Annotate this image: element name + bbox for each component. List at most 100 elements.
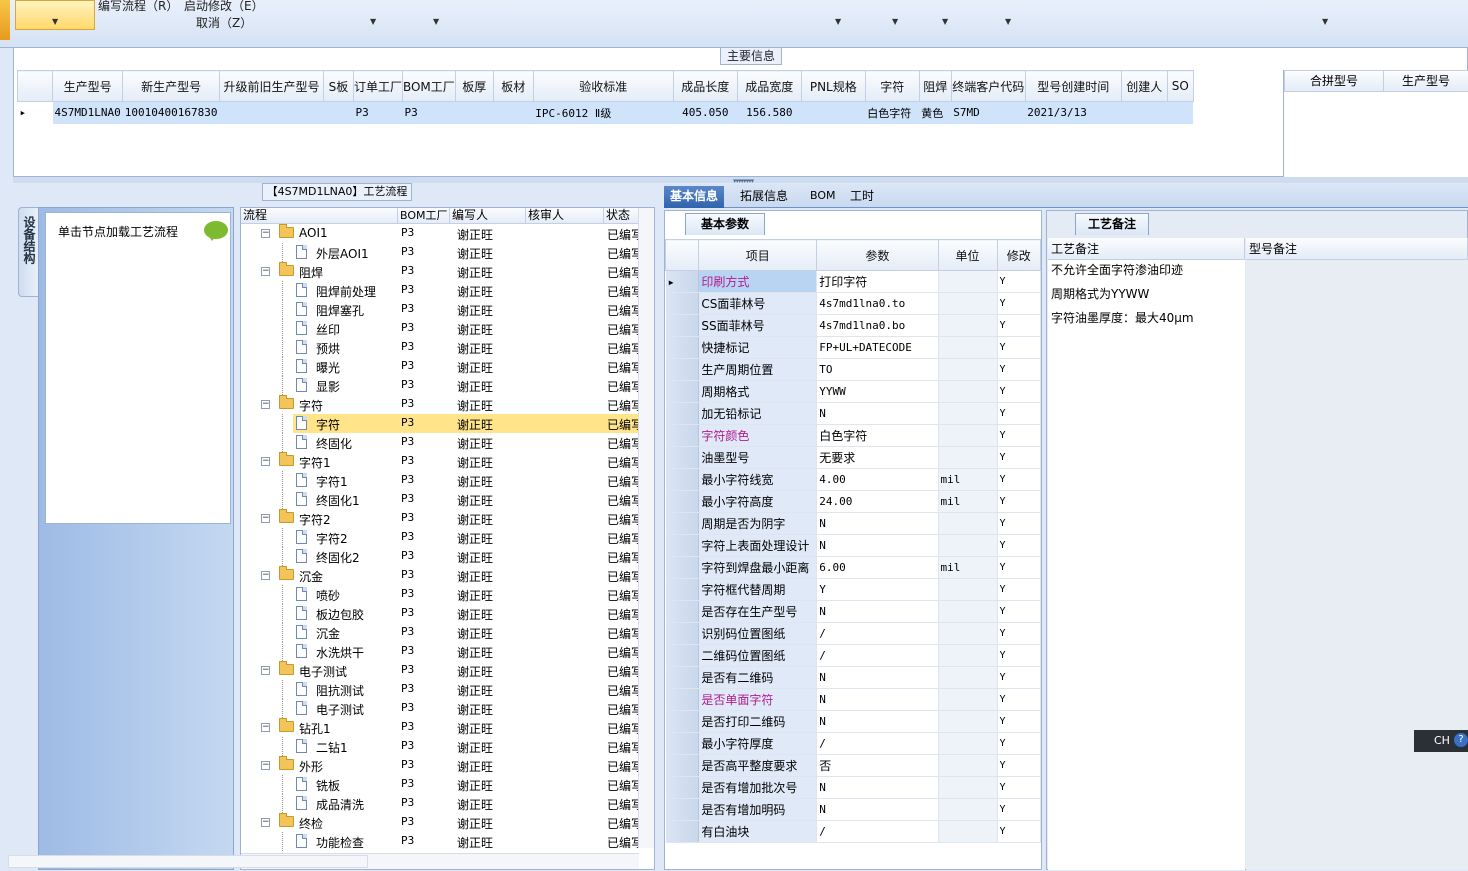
- main-col-header[interactable]: 板材: [492, 70, 534, 102]
- main-table-cell[interactable]: [801, 101, 866, 124]
- main-table-cell[interactable]: [493, 101, 534, 124]
- param-value-cell[interactable]: /: [816, 820, 939, 843]
- param-value-cell[interactable]: FP+UL+DATECODE: [816, 336, 939, 359]
- dropdown-arrow-icon[interactable]: ▼: [370, 17, 376, 26]
- process-notes-header[interactable]: 工艺备注: [1048, 238, 1245, 260]
- param-row[interactable]: 周期是否为阴字 N Y: [665, 512, 1041, 535]
- horizontal-splitter[interactable]: ▾▾▾▾▾▾▾▾: [13, 177, 1468, 185]
- param-modify-cell[interactable]: Y: [997, 314, 1041, 337]
- main-table-cell[interactable]: 白色字符: [865, 101, 920, 124]
- row-header[interactable]: [665, 710, 700, 733]
- tree-step-node[interactable]: 二钻1 P3 谢正旺 已编写: [241, 737, 643, 756]
- param-value-cell[interactable]: 4s7md1lna0.bo: [816, 314, 939, 337]
- tree-folder-node[interactable]: − 钻孔1 P3 谢正旺 已编写: [241, 718, 643, 737]
- param-value-cell[interactable]: 无要求: [816, 446, 939, 469]
- row-header[interactable]: [665, 292, 700, 315]
- tree-folder-node[interactable]: − 沉金 P3 谢正旺 已编写: [241, 566, 643, 585]
- merge-production-model-header[interactable]: 生产型号: [1383, 70, 1468, 92]
- tree-step-node[interactable]: 沉金 P3 谢正旺 已编写: [241, 623, 643, 642]
- tab-basic-info[interactable]: 基本信息: [664, 186, 725, 208]
- param-row[interactable]: 生产周期位置 TO Y: [665, 358, 1041, 381]
- param-row[interactable]: 是否打印二维码 N Y: [665, 710, 1041, 733]
- row-header[interactable]: [665, 776, 700, 799]
- tree-step-node[interactable]: 预烘 P3 谢正旺 已编写: [241, 338, 643, 357]
- row-header[interactable]: [665, 380, 700, 403]
- model-notes-header[interactable]: 型号备注: [1246, 238, 1468, 260]
- param-row[interactable]: 识别码位置图纸 / Y: [665, 622, 1041, 645]
- main-col-header[interactable]: 订单工厂: [352, 70, 403, 102]
- tree-step-node[interactable]: 喷砂 P3 谢正旺 已编写: [241, 585, 643, 604]
- tree-folder-node[interactable]: − 字符2 P3 谢正旺 已编写: [241, 509, 643, 528]
- main-col-header[interactable]: 板厚: [454, 70, 494, 102]
- device-structure-tab[interactable]: 设备结构: [18, 207, 38, 297]
- param-row[interactable]: 加无铅标记 N Y: [665, 402, 1041, 425]
- main-table-cell[interactable]: [1167, 101, 1194, 124]
- param-modify-cell[interactable]: Y: [997, 732, 1041, 755]
- param-row[interactable]: 周期格式 YYWW Y: [665, 380, 1041, 403]
- row-header[interactable]: [665, 754, 700, 777]
- param-value-cell[interactable]: /: [816, 644, 939, 667]
- row-header[interactable]: [665, 336, 700, 359]
- collapse-icon[interactable]: −: [261, 229, 270, 238]
- param-value-cell[interactable]: TO: [816, 358, 939, 381]
- main-table-cell[interactable]: P3: [402, 101, 456, 124]
- collapse-icon[interactable]: −: [261, 457, 270, 466]
- main-table-cell[interactable]: [219, 101, 324, 124]
- param-modify-cell[interactable]: Y: [997, 622, 1041, 645]
- param-row[interactable]: 是否高平整度要求否 Y: [665, 754, 1041, 777]
- tree-step-node[interactable]: 电子测试 P3 谢正旺 已编写: [241, 699, 643, 718]
- cancel-button[interactable]: 取消（Z）: [196, 14, 252, 31]
- main-col-header[interactable]: 生产型号: [51, 70, 124, 102]
- tab-work-hours[interactable]: 工时: [844, 186, 880, 208]
- tree-step-node[interactable]: 字符1 P3 谢正旺 已编写: [241, 471, 643, 490]
- process-notes-subtab[interactable]: 工艺备注: [1075, 213, 1149, 235]
- col-reviewer-header[interactable]: 核审人: [526, 208, 604, 224]
- param-row[interactable]: 有白油块 / Y: [665, 820, 1041, 843]
- param-row[interactable]: 是否有二维码 N Y: [665, 666, 1041, 689]
- param-row[interactable]: 是否有增加批次号 N Y: [665, 776, 1041, 799]
- main-col-header[interactable]: BOM工厂: [401, 70, 456, 102]
- tree-step-node[interactable]: 曝光 P3 谢正旺 已编写: [241, 357, 643, 376]
- dropdown-arrow-icon[interactable]: ▼: [942, 17, 948, 26]
- main-col-header[interactable]: 成品宽度: [736, 70, 802, 102]
- col-bom-factory-header[interactable]: BOM工厂: [398, 208, 450, 224]
- param-row[interactable]: 快捷标记 FP+UL+DATECODE Y: [665, 336, 1041, 359]
- row-header[interactable]: [665, 534, 700, 557]
- row-header[interactable]: [665, 468, 700, 491]
- param-row[interactable]: ▸ 印刷方式 打印字符 Y: [665, 270, 1041, 293]
- main-col-header[interactable]: 阻焊: [918, 70, 952, 102]
- row-header[interactable]: [665, 314, 700, 337]
- main-table-cell[interactable]: 2021/3/13: [1025, 101, 1122, 124]
- main-table-cell[interactable]: [455, 101, 494, 124]
- row-header[interactable]: [665, 600, 700, 623]
- collapse-icon[interactable]: −: [261, 267, 270, 276]
- param-value-cell[interactable]: 否: [816, 754, 939, 777]
- param-modify-cell[interactable]: Y: [997, 358, 1041, 381]
- main-col-header[interactable]: PNL规格: [800, 70, 866, 102]
- start-modify-button[interactable]: 启动修改（E）: [184, 0, 264, 14]
- tab-bom[interactable]: BOM: [804, 186, 842, 208]
- dropdown-arrow-icon[interactable]: ▼: [433, 17, 439, 26]
- row-header[interactable]: [665, 732, 700, 755]
- param-modify-cell[interactable]: Y: [997, 380, 1041, 403]
- param-row[interactable]: 字符上表面处理设计 N Y: [665, 534, 1041, 557]
- tree-step-node[interactable]: 水洗烘干 P3 谢正旺 已编写: [241, 642, 643, 661]
- param-value-cell[interactable]: Y: [816, 578, 939, 601]
- param-modify-cell[interactable]: Y: [997, 534, 1041, 557]
- param-row[interactable]: 字符到焊盘最小距离 6.00 mil Y: [665, 556, 1041, 579]
- dropdown-arrow-icon[interactable]: ▼: [835, 17, 841, 26]
- main-table-cell[interactable]: 4S7MD1LNA0: [52, 101, 123, 124]
- main-col-header[interactable]: S板: [322, 70, 354, 102]
- param-row[interactable]: 油墨型号 无要求 Y: [665, 446, 1041, 469]
- main-table-cell[interactable]: 405.050: [673, 101, 738, 124]
- main-col-header[interactable]: 成品长度: [672, 70, 738, 102]
- param-modify-cell[interactable]: Y: [997, 512, 1041, 535]
- param-modify-cell[interactable]: Y: [997, 776, 1041, 799]
- main-col-header[interactable]: 新生产型号: [122, 70, 220, 102]
- param-modify-cell[interactable]: Y: [997, 336, 1041, 359]
- tree-step-node[interactable]: 终固化 P3 谢正旺 已编写: [241, 433, 643, 452]
- merge-model-header[interactable]: 合拼型号: [1284, 70, 1384, 92]
- param-modify-cell[interactable]: Y: [997, 666, 1041, 689]
- param-value-cell[interactable]: N: [816, 512, 939, 535]
- param-row[interactable]: 最小字符高度 24.00 mil Y: [665, 490, 1041, 513]
